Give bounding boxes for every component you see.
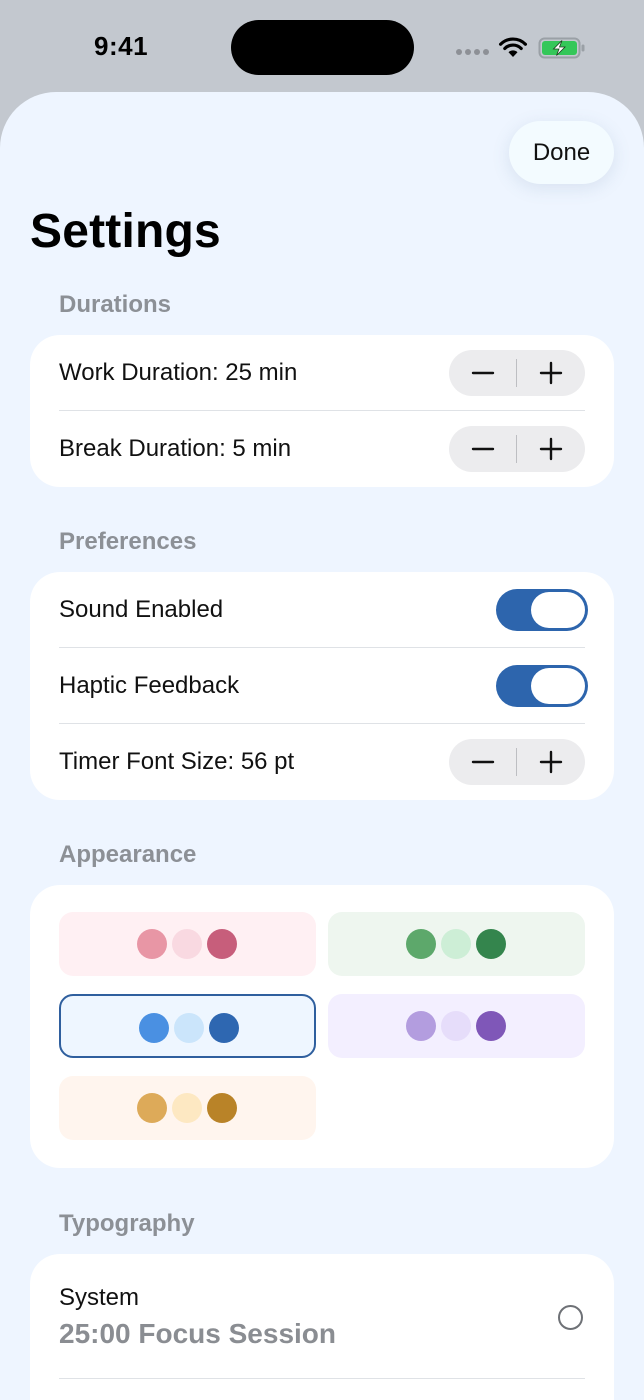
cellular-signal-icon: [456, 49, 490, 57]
color-swatch: [476, 1011, 506, 1041]
haptic-feedback-toggle[interactable]: [496, 665, 588, 707]
work-duration-label: Work Duration: 25 min: [59, 359, 298, 386]
stepper-divider: [516, 748, 517, 776]
toggle-knob: [531, 592, 585, 628]
dynamic-island: [231, 20, 414, 75]
color-swatch: [441, 1011, 471, 1041]
battery-charging-icon: [538, 37, 585, 59]
color-swatch: [476, 929, 506, 959]
color-swatch: [406, 929, 436, 959]
done-button[interactable]: Done: [509, 121, 614, 184]
typography-card: System 25:00 Focus Session: [30, 1254, 614, 1400]
font-name-label: System: [59, 1284, 140, 1311]
theme-option-orange[interactable]: [59, 1076, 316, 1140]
wifi-icon: [499, 37, 527, 57]
color-swatch: [174, 1013, 204, 1043]
color-swatch: [406, 1011, 436, 1041]
page-title: Settings: [30, 205, 221, 258]
plus-icon[interactable]: [523, 350, 579, 396]
radio-button[interactable]: [558, 1305, 583, 1330]
haptic-feedback-label: Haptic Feedback: [59, 672, 240, 699]
work-duration-stepper[interactable]: [449, 350, 585, 396]
status-bar: 9:41: [0, 0, 644, 92]
minus-icon[interactable]: [455, 739, 511, 785]
color-swatch: [139, 1013, 169, 1043]
durations-card: Work Duration: 25 min Break Duration: 5 …: [30, 335, 614, 487]
theme-option-purple[interactable]: [328, 994, 585, 1058]
plus-icon[interactable]: [523, 739, 579, 785]
timer-font-size-label: Timer Font Size: 56 pt: [59, 748, 295, 775]
color-swatch: [441, 929, 471, 959]
plus-icon[interactable]: [523, 426, 579, 472]
appearance-card: [30, 885, 614, 1168]
color-swatch: [137, 1093, 167, 1123]
row-divider: [59, 723, 585, 724]
row-divider: [59, 1378, 585, 1379]
color-swatch: [207, 1093, 237, 1123]
minus-icon[interactable]: [455, 426, 511, 472]
theme-option-green[interactable]: [328, 912, 585, 976]
toggle-knob: [531, 668, 585, 704]
stepper-divider: [516, 435, 517, 463]
break-duration-label: Break Duration: 5 min: [59, 435, 292, 462]
color-swatch: [207, 929, 237, 959]
stepper-divider: [516, 359, 517, 387]
color-swatch: [172, 929, 202, 959]
section-header-durations: Durations: [59, 291, 172, 318]
timer-font-size-stepper[interactable]: [449, 739, 585, 785]
section-header-appearance: Appearance: [59, 841, 197, 868]
status-time: 9:41: [94, 31, 149, 61]
settings-sheet: Done Settings Durations Work Duration: 2…: [0, 92, 644, 1400]
color-swatch: [172, 1093, 202, 1123]
section-header-preferences: Preferences: [59, 528, 197, 555]
theme-option-pink[interactable]: [59, 912, 316, 976]
color-swatch: [209, 1013, 239, 1043]
preferences-card: Sound Enabled Haptic Feedback Timer Font…: [30, 572, 614, 800]
minus-icon[interactable]: [455, 350, 511, 396]
section-header-typography: Typography: [59, 1210, 195, 1237]
row-divider: [59, 410, 585, 411]
break-duration-stepper[interactable]: [449, 426, 585, 472]
theme-option-blue[interactable]: [59, 994, 316, 1058]
font-sample-text: 25:00 Focus Session: [59, 1318, 337, 1349]
sound-enabled-label: Sound Enabled: [59, 596, 224, 623]
sound-enabled-toggle[interactable]: [496, 589, 588, 631]
color-swatch: [137, 929, 167, 959]
row-divider: [59, 647, 585, 648]
